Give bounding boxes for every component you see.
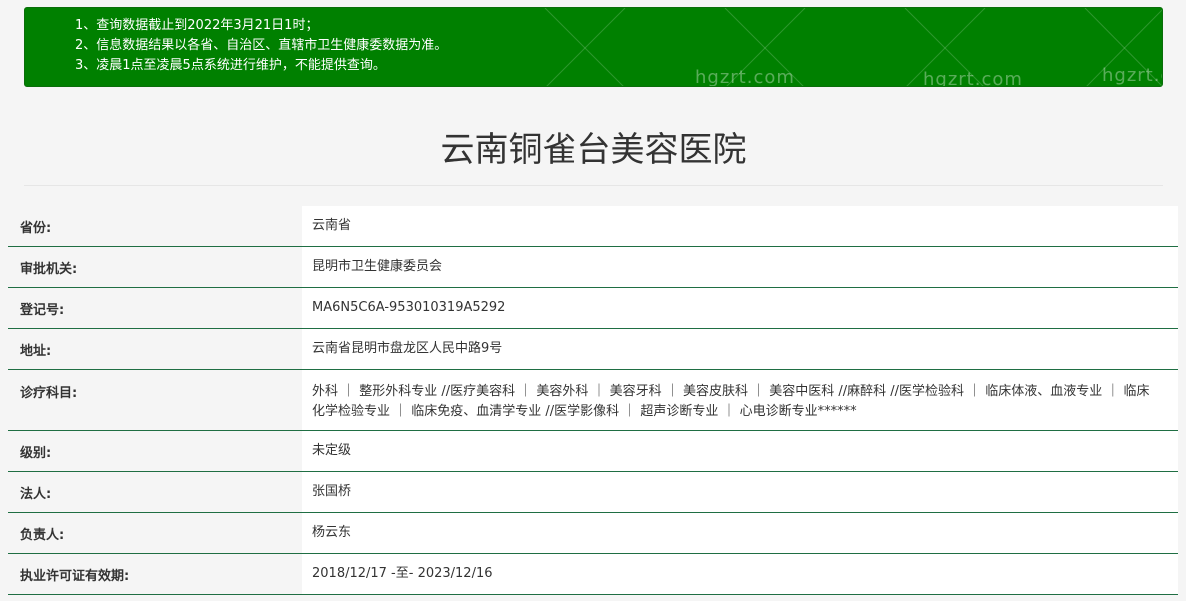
table-row-license-validity: 执业许可证有效期: 2018/12/17 -至- 2023/12/16 (8, 554, 1178, 595)
notice-line-1: 1、查询数据截止到2022年3月21日1时； (75, 18, 319, 33)
field-label: 地址: (8, 329, 302, 369)
table-row-registration-number: 登记号: MA6N5C6A-953010319A5292 (8, 288, 1178, 329)
title-divider (24, 185, 1163, 186)
watermark: hgzrt.com (923, 69, 1023, 87)
notice-banner: 1、查询数据截止到2022年3月21日1时； 2、信息数据结果以各省、自治区、直… (24, 7, 1163, 87)
field-label: 法人: (8, 472, 302, 512)
page: 1、查询数据截止到2022年3月21日1时； 2、信息数据结果以各省、自治区、直… (0, 0, 1186, 601)
field-label: 诊疗科目: (8, 370, 302, 430)
table-row-departments: 诊疗科目: 外科 ｜ 整形外科专业 //医疗美容科 ｜ 美容外科 ｜ 美容牙科 … (8, 370, 1178, 431)
field-label: 审批机关: (8, 247, 302, 287)
legal-person-value: 张国桥 (312, 484, 352, 499)
field-label: 级别: (8, 431, 302, 471)
table-row-legal-person: 法人: 张国桥 (8, 472, 1178, 513)
province-value: 云南省 (312, 218, 352, 233)
registration-number-value: MA6N5C6A-953010319A5292 (312, 300, 506, 315)
field-value: 张国桥 (302, 472, 1178, 512)
field-value: MA6N5C6A-953010319A5292 (302, 288, 1178, 328)
field-label: 执业许可证有效期: (8, 554, 302, 594)
table-row-approval-authority: 审批机关: 昆明市卫生健康委员会 (8, 247, 1178, 288)
license-validity-value: 2018/12/17 -至- 2023/12/16 (312, 566, 493, 581)
watermark: hgzrt.com (695, 67, 795, 87)
page-title: 云南铜雀台美容医院 (440, 130, 747, 170)
hospital-info-table: 省份: 云南省 审批机关: 昆明市卫生健康委员会 登记号: MA6N5C6A-9… (8, 206, 1178, 595)
field-value: 杨云东 (302, 513, 1178, 553)
field-value: 云南省 (302, 206, 1178, 246)
address-value: 云南省昆明市盘龙区人民中路9号 (312, 341, 503, 356)
person-in-charge-value: 杨云东 (312, 525, 352, 540)
field-value: 昆明市卫生健康委员会 (302, 247, 1178, 287)
field-label: 省份: (8, 206, 302, 246)
field-value: 2018/12/17 -至- 2023/12/16 (302, 554, 1178, 594)
departments-value: 外科 ｜ 整形外科专业 //医疗美容科 ｜ 美容外科 ｜ 美容牙科 ｜ 美容皮肤… (312, 384, 1150, 419)
field-label: 负责人: (8, 513, 302, 553)
table-row-address: 地址: 云南省昆明市盘龙区人民中路9号 (8, 329, 1178, 370)
field-value: 云南省昆明市盘龙区人民中路9号 (302, 329, 1178, 369)
field-value: 未定级 (302, 431, 1178, 471)
level-value: 未定级 (312, 443, 352, 458)
approval-authority-value: 昆明市卫生健康委员会 (312, 259, 443, 274)
field-value: 外科 ｜ 整形外科专业 //医疗美容科 ｜ 美容外科 ｜ 美容牙科 ｜ 美容皮肤… (302, 370, 1178, 430)
notice-line-2: 2、信息数据结果以各省、自治区、直辖市卫生健康委数据为准。 (75, 38, 448, 53)
table-row-person-in-charge: 负责人: 杨云东 (8, 513, 1178, 554)
watermark: hgzrt.c (1102, 65, 1162, 86)
table-row-level: 级别: 未定级 (8, 431, 1178, 472)
table-row-province: 省份: 云南省 (8, 206, 1178, 247)
field-label: 登记号: (8, 288, 302, 328)
